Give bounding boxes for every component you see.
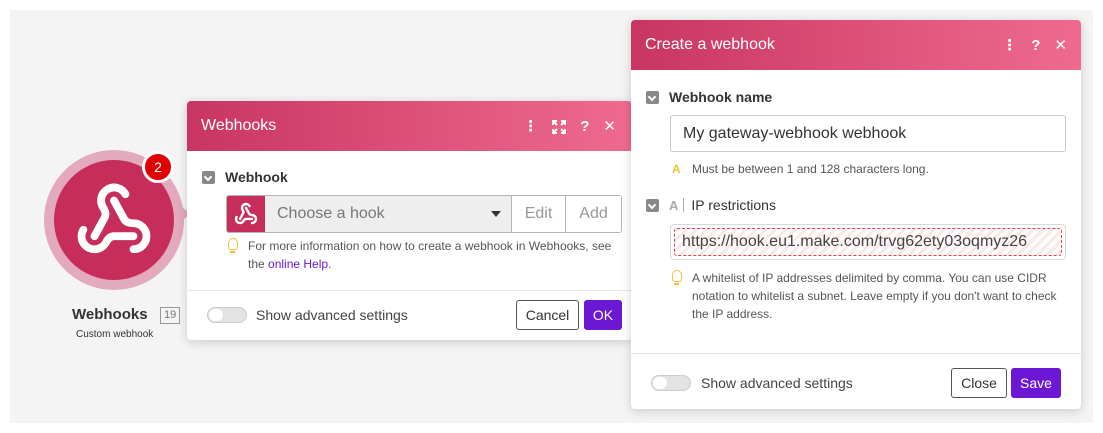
cancel-button[interactable]: Cancel bbox=[516, 300, 579, 330]
webhook-help-hint: For more information on how to create a … bbox=[226, 237, 621, 273]
webhooks-panel-header: Webhooks ⋮ ? ✕ bbox=[187, 101, 632, 151]
webhook-name-input[interactable] bbox=[670, 115, 1066, 152]
ip-restrictions-hint: A whitelist of IP addresses delimited by… bbox=[670, 269, 1070, 323]
text-type-icon: A bbox=[669, 197, 679, 213]
save-button[interactable]: Save bbox=[1011, 368, 1061, 398]
advanced-settings-toggle[interactable] bbox=[207, 307, 247, 323]
advanced-settings-label: Show advanced settings bbox=[701, 375, 853, 391]
help-icon[interactable]: ? bbox=[580, 118, 589, 135]
hook-select-group: Choose a hook Edit Add bbox=[226, 195, 622, 233]
lightbulb-icon bbox=[672, 270, 682, 285]
webhook-icon bbox=[77, 183, 151, 254]
webhook-name-label: Webhook name bbox=[646, 89, 772, 105]
label-separator bbox=[683, 198, 685, 212]
collapse-icon[interactable] bbox=[202, 170, 215, 184]
font-a-icon: A bbox=[672, 162, 681, 176]
edit-hook-button[interactable]: Edit bbox=[512, 196, 566, 232]
advanced-settings-label: Show advanced settings bbox=[256, 307, 408, 323]
advanced-settings-row: Show advanced settings bbox=[207, 307, 408, 323]
ok-button[interactable]: OK bbox=[584, 300, 622, 330]
lightbulb-icon bbox=[228, 238, 238, 253]
more-options-icon[interactable]: ⋮ bbox=[1002, 36, 1017, 54]
error-count-badge[interactable]: 2 bbox=[142, 151, 174, 183]
module-title: Webhooks bbox=[72, 306, 148, 323]
caret-down-icon bbox=[491, 211, 501, 217]
more-options-icon[interactable]: ⋮ bbox=[523, 117, 538, 135]
close-icon[interactable]: ✕ bbox=[1054, 36, 1067, 54]
webhook-name-hint: A Must be between 1 and 128 characters l… bbox=[672, 162, 929, 176]
create-webhook-panel: Create a webhook ⋮ ? ✕ Webhook name A Mu… bbox=[631, 20, 1081, 409]
hook-app-badge bbox=[227, 196, 265, 232]
webhooks-panel: Webhooks ⋮ ? ✕ Webhook Choose a hook Edi… bbox=[187, 101, 632, 340]
collapse-icon[interactable] bbox=[646, 198, 659, 212]
footer-divider bbox=[631, 353, 1081, 354]
module-subtitle: Custom webhook bbox=[76, 329, 154, 340]
ip-restrictions-field: https://hook.eu1.make.com/trvg62ety03oqm… bbox=[670, 224, 1066, 260]
expand-icon[interactable] bbox=[552, 118, 567, 135]
close-button[interactable]: Close bbox=[951, 368, 1007, 398]
hook-select-placeholder: Choose a hook bbox=[277, 205, 385, 222]
ip-restrictions-label: A IP restrictions bbox=[646, 197, 776, 213]
advanced-settings-toggle[interactable] bbox=[651, 375, 691, 391]
close-icon[interactable]: ✕ bbox=[603, 117, 616, 135]
panel-title: Create a webhook bbox=[645, 36, 775, 53]
collapse-icon[interactable] bbox=[646, 90, 659, 104]
ip-restrictions-input[interactable]: https://hook.eu1.make.com/trvg62ety03oqm… bbox=[674, 228, 1062, 256]
online-help-link[interactable]: online Help bbox=[268, 257, 328, 271]
hook-select[interactable]: Choose a hook bbox=[265, 196, 512, 232]
create-webhook-panel-header: Create a webhook ⋮ ? ✕ bbox=[631, 20, 1081, 70]
footer-divider bbox=[187, 290, 632, 291]
advanced-settings-row: Show advanced settings bbox=[651, 375, 853, 391]
add-hook-button[interactable]: Add bbox=[566, 196, 621, 232]
module-id: 19 bbox=[160, 307, 181, 324]
webhook-icon bbox=[234, 202, 258, 225]
webhook-field-label: Webhook bbox=[202, 169, 288, 185]
help-icon[interactable]: ? bbox=[1031, 37, 1040, 54]
panel-title: Webhooks bbox=[201, 117, 277, 134]
